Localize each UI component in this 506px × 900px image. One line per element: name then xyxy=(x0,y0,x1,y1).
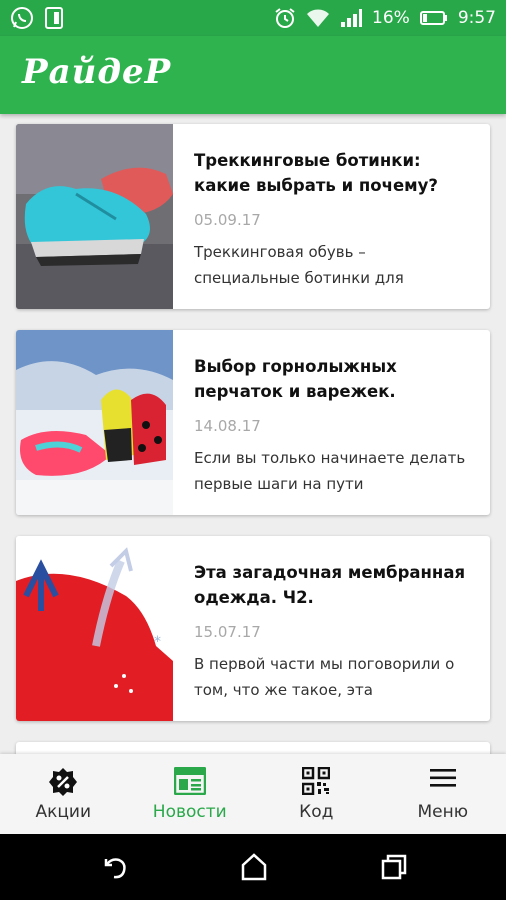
nav-label: Новости xyxy=(152,802,227,822)
article-excerpt: Если вы только начинаете делать первые ш… xyxy=(194,449,466,493)
article-date: 15.07.17 xyxy=(194,623,261,641)
hamburger-menu-icon xyxy=(429,769,456,787)
news-feed[interactable]: Треккинговые ботинки: какие выбрать и по… xyxy=(16,124,490,762)
nav-item-news[interactable]: Новости xyxy=(127,754,254,834)
article-thumbnail xyxy=(16,124,173,309)
system-navigation-bar xyxy=(0,834,506,900)
sim-card-icon xyxy=(45,7,63,29)
nav-item-code[interactable]: Код xyxy=(253,754,380,834)
alarm-clock-icon xyxy=(275,8,295,28)
whatsapp-icon xyxy=(11,7,33,29)
signal-icon xyxy=(341,9,363,27)
ski-gloves-image xyxy=(16,330,173,515)
status-bar: 16% 9:57 xyxy=(0,0,506,36)
nav-item-menu[interactable]: Меню xyxy=(380,754,506,834)
article-title: Эта загадочная мембранная одежда. Ч2. xyxy=(194,563,466,607)
recent-apps-icon[interactable] xyxy=(378,851,410,883)
article-thumbnail: * xyxy=(16,536,173,721)
article-thumbnail xyxy=(16,330,173,515)
nav-label: Акции xyxy=(35,802,92,822)
article-excerpt: В первой части мы поговорили о том, что … xyxy=(194,655,455,699)
membrane-fabric-image: * xyxy=(16,536,173,721)
article-date: 14.08.17 xyxy=(194,417,261,435)
newspaper-icon xyxy=(173,767,206,795)
svg-text:*: * xyxy=(154,634,161,650)
home-icon[interactable] xyxy=(238,851,270,883)
article-excerpt: Треккинговая обувь – специальные ботинки… xyxy=(194,243,404,287)
app-logo: РайдеР xyxy=(22,52,172,92)
trekking-boots-image xyxy=(16,124,173,309)
article-date: 05.09.17 xyxy=(194,211,261,229)
discount-badge-icon xyxy=(49,768,78,796)
article-title: Треккинговые ботинки: какие выбрать и по… xyxy=(194,151,438,195)
qr-code-icon xyxy=(302,767,331,795)
article-card[interactable]: Треккинговые ботинки: какие выбрать и по… xyxy=(16,124,490,309)
battery-percent: 16% xyxy=(372,8,410,28)
nav-label: Меню xyxy=(417,802,469,822)
wifi-icon xyxy=(307,9,330,27)
nav-label: Код xyxy=(299,802,334,822)
nav-item-promotions[interactable]: Акции xyxy=(0,754,127,834)
battery-icon xyxy=(419,11,447,25)
back-icon[interactable] xyxy=(98,851,130,883)
bottom-navigation: Акции Новости Код Меню xyxy=(0,754,506,834)
article-card[interactable]: * Эта загадочная мембранная одежда. Ч2. … xyxy=(16,536,490,721)
article-card[interactable]: Выбор горнолыжных перчаток и варежек. 14… xyxy=(16,330,490,515)
app-bar: РайдеР xyxy=(0,36,506,114)
clock: 9:57 xyxy=(457,8,496,28)
article-title: Выбор горнолыжных перчаток и варежек. xyxy=(194,357,397,401)
